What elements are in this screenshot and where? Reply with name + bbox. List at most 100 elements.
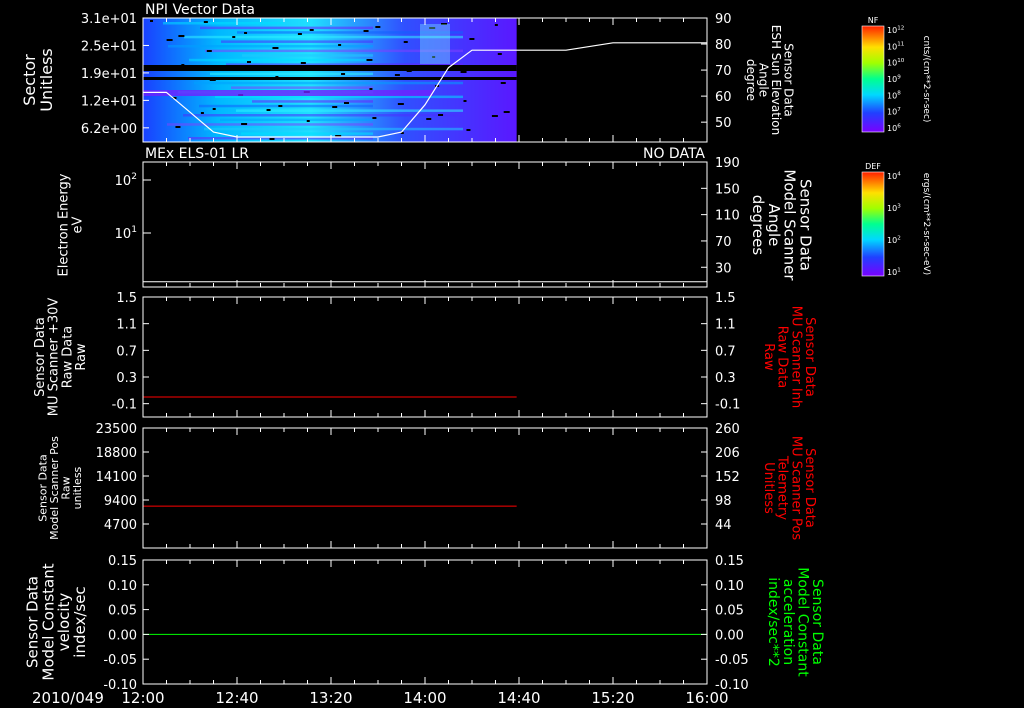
colorbar-nf-tick: 107 — [887, 107, 901, 117]
y-tick-label: 6.2e+00 — [81, 122, 137, 137]
panel-5-y2label: Sensor Data — [809, 579, 825, 665]
y-tick-label: 102 — [115, 172, 137, 189]
spectrogram-speck — [209, 79, 216, 81]
y-tick-label: 1.1 — [715, 318, 736, 333]
panel-2-y2label: degrees — [749, 195, 767, 256]
y-tick-label: -0.1 — [112, 398, 137, 413]
spectrogram-speck — [275, 76, 279, 78]
y-tick-label: 0.15 — [108, 554, 137, 569]
y-tick-label: 0.10 — [108, 579, 137, 594]
spectrogram-heatmap — [143, 18, 517, 142]
y-tick-label: -0.05 — [103, 653, 137, 668]
panel-1-title: NPI Vector Data — [145, 2, 255, 18]
y-tick-label: 4700 — [104, 518, 137, 533]
x-tick-label: 14:00 — [403, 689, 446, 707]
spectrogram-speck — [241, 123, 248, 125]
panel-3-ylabel: Raw — [74, 343, 89, 371]
panel-4-frame — [142, 427, 708, 549]
panel-5-y2label: acceleration — [780, 579, 796, 665]
y-tick-label: 0.15 — [715, 554, 744, 569]
spectrogram-stripe — [200, 26, 373, 30]
colorbar-nf-tick: 109 — [887, 74, 901, 84]
spectrogram-speck — [466, 129, 471, 131]
colorbar-def-label: DEF — [865, 162, 881, 171]
x-tick-label: 12:00 — [121, 689, 164, 707]
spectrogram-speck — [469, 38, 475, 40]
y-tick-label: 0.7 — [715, 344, 736, 359]
spectrogram-speck — [332, 106, 338, 108]
y-tick-label: 70 — [715, 235, 732, 250]
colorbar-def-tick: 102 — [887, 235, 901, 245]
panel-5-y2label: Model Constant — [794, 567, 810, 677]
y-tick-label: 0.7 — [116, 344, 137, 359]
spectrogram-speck — [203, 21, 208, 23]
panel-1-y2label: degree — [744, 59, 758, 101]
panel-5-y2label: index/sec**2 — [765, 577, 781, 667]
y-tick-label: 0.00 — [108, 628, 137, 643]
spectrogram-stripe — [199, 104, 373, 108]
spectrogram-speck — [472, 67, 479, 69]
y-tick-label: 0.3 — [715, 371, 736, 386]
spectrogram-stripe — [241, 132, 373, 135]
x-tick-label: 16:00 — [685, 689, 728, 707]
y-tick-label: 1.5 — [116, 291, 137, 306]
spectrogram-speck — [278, 105, 283, 107]
spectrogram-speck — [297, 33, 302, 35]
y-tick-label: 150 — [715, 182, 740, 197]
spectrogram-stripe — [210, 72, 373, 76]
spectrogram-speck — [372, 117, 377, 119]
spectrogram-speck — [306, 120, 310, 122]
y-tick-label: 110 — [715, 209, 740, 224]
spectrogram-stripe — [221, 40, 373, 43]
colorbar-nf-units: cnts/(cm**2-sr-sec) — [921, 36, 931, 123]
spectrogram-stripe — [183, 114, 463, 117]
spectrogram-speck — [366, 59, 373, 61]
y-tick-label: 1.9e+01 — [81, 67, 137, 82]
x-tick-label: 14:40 — [497, 689, 540, 707]
spectrogram-speck — [341, 73, 346, 75]
y-tick-label: 101 — [115, 225, 137, 242]
spectrogram-stripe — [220, 118, 373, 122]
spectrogram-speck — [438, 114, 444, 116]
spectrogram-stripe — [167, 123, 373, 126]
colorbar-def-tick: 101 — [887, 267, 901, 277]
y-tick-label: -0.05 — [715, 653, 749, 668]
panel-2-title: MEx ELS-01 LR — [145, 146, 249, 162]
spectrogram-speck — [206, 50, 212, 52]
spectrogram-speck — [500, 82, 506, 84]
y-tick-label: 152 — [715, 470, 740, 485]
spectrogram-speck — [178, 35, 185, 37]
spectrogram-patch — [420, 24, 450, 64]
spectrogram-speck — [244, 32, 248, 34]
spectrogram-stripe — [242, 54, 373, 57]
spectrogram-speck — [232, 36, 236, 38]
spectrogram-stripe — [189, 58, 373, 62]
colorbar-def-units: ergs/(cm**2-sr-sec-eV) — [921, 173, 931, 275]
spectrogram-speck — [503, 111, 510, 113]
colorbar-nf-bar — [861, 25, 885, 133]
spectrogram-speck — [363, 30, 369, 32]
spectrogram-speck — [463, 100, 467, 102]
colorbar-nf-tick: 106 — [887, 123, 901, 133]
panel-2-ylabel: eV — [70, 216, 85, 233]
spectrogram-speck — [406, 70, 412, 72]
colorbar-nf-tick: 1011 — [887, 42, 905, 52]
spectrogram-speck — [375, 26, 381, 28]
panel-5-ylabel: index/sec — [71, 586, 89, 657]
date-label: 2010/049 — [32, 689, 104, 707]
colorbar-nf-tick: 108 — [887, 91, 901, 101]
panel-5-frame — [142, 559, 708, 685]
y-tick-label: 90 — [715, 12, 732, 27]
spectrogram-speck — [150, 20, 153, 22]
y-tick-label: 18800 — [96, 446, 137, 461]
y-tick-label: 1.2e+01 — [81, 94, 137, 109]
spectrogram-speck — [300, 62, 306, 64]
spectrogram-stripe — [163, 22, 283, 25]
x-tick-label: 15:20 — [591, 689, 634, 707]
spectrogram-speck — [460, 71, 467, 73]
spectrogram-speck — [309, 29, 314, 31]
y-tick-label: 0.3 — [116, 371, 137, 386]
spectrogram-speck — [200, 112, 204, 114]
x-tick-label: 13:20 — [309, 689, 352, 707]
spectrogram-speck — [491, 115, 498, 117]
